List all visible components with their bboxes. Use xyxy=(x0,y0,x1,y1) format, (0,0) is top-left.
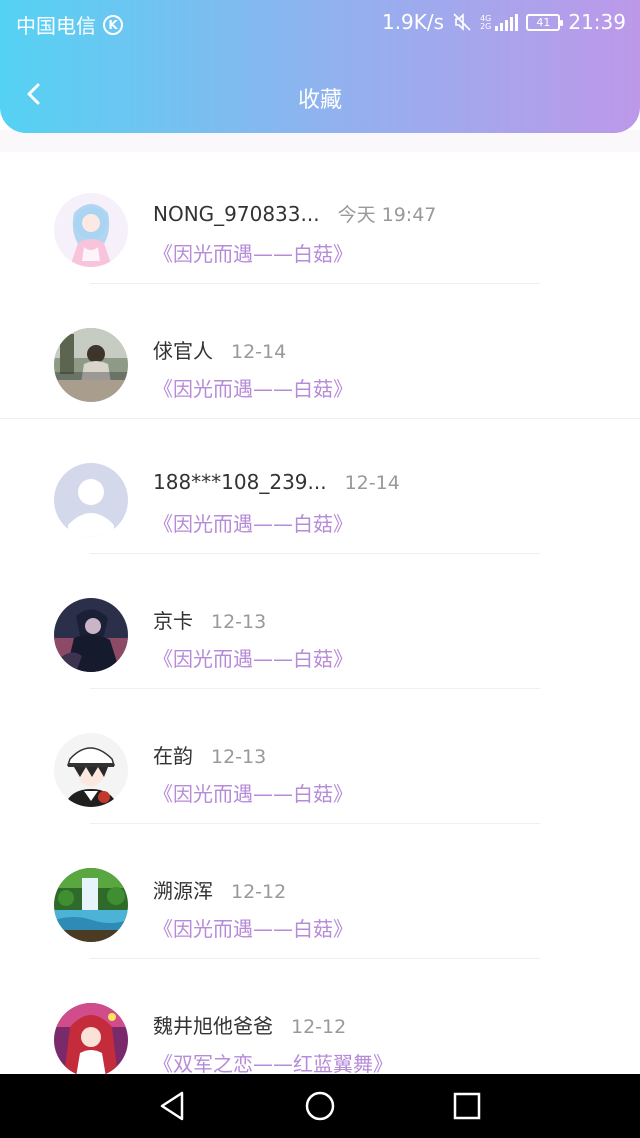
favorite-time: 今天 19:47 xyxy=(337,204,437,226)
red-hair-anime-avatar xyxy=(54,1003,128,1074)
work-title[interactable]: 《因光而遇——白菇》 xyxy=(153,238,353,267)
recents-square-icon xyxy=(453,1092,480,1120)
nav-bar: 收藏 xyxy=(0,56,640,136)
list-item[interactable]: 京卡 12-13 《因光而遇——白菇》 xyxy=(0,557,640,692)
home-circle-icon xyxy=(305,1091,335,1121)
favorite-time: 12-12 xyxy=(231,881,287,903)
user-name: 京卡 xyxy=(153,609,193,633)
list-item[interactable]: 溯源浑 12-12 《因光而遇——白菇》 xyxy=(0,827,640,962)
avatar[interactable] xyxy=(54,733,128,807)
work-title[interactable]: 《因光而遇——白菇》 xyxy=(153,778,353,807)
divider xyxy=(90,553,540,554)
work-title[interactable]: 《因光而遇——白菇》 xyxy=(153,913,353,942)
favorites-screen: 中国电信 K 1.9K/s 4G 2G 41 21:39 收藏 NONG_970… xyxy=(0,0,640,1138)
system-home-button[interactable] xyxy=(300,1086,340,1126)
favorite-time: 12-12 xyxy=(291,1016,347,1038)
favorites-list: NONG_970833... 今天 19:47 《因光而遇——白菇》 俅官人 12-… xyxy=(0,152,640,1074)
carrier-k-icon: K xyxy=(103,14,123,35)
list-item[interactable]: NONG_970833... 今天 19:47 《因光而遇——白菇》 xyxy=(0,152,640,287)
user-name: 溯源浑 xyxy=(153,879,213,903)
waterfall-avatar xyxy=(54,868,128,942)
carrier-info: 中国电信 K xyxy=(16,10,123,39)
avatar[interactable] xyxy=(54,328,128,402)
system-nav-bar xyxy=(0,1074,640,1138)
carrier-name: 中国电信 xyxy=(16,14,96,38)
user-name: 魏井旭他爸爸 xyxy=(153,1014,273,1038)
dark-anime-avatar xyxy=(54,598,128,672)
signal-icon: 4G 2G xyxy=(480,13,519,31)
avatar[interactable] xyxy=(54,598,128,672)
user-name-row: 京卡 12-13 xyxy=(153,605,266,634)
user-name-row: 俅官人 12-14 xyxy=(153,335,286,364)
status-indicators: 1.9K/s 4G 2G 41 21:39 xyxy=(382,10,626,34)
favorite-time: 12-13 xyxy=(211,746,267,768)
user-name-row: NONG_970833... 今天 19:47 xyxy=(153,200,436,227)
default-user-avatar xyxy=(54,463,128,537)
network-tag-bottom: 2G xyxy=(480,22,492,31)
divider xyxy=(90,688,540,689)
network-speed: 1.9K/s xyxy=(381,10,445,34)
avatar[interactable] xyxy=(54,868,128,942)
list-item[interactable]: 在韵 12-13 《因光而遇——白菇》 xyxy=(0,692,640,827)
anime-girl-avatar xyxy=(54,193,128,267)
work-title[interactable]: 《因光而遇——白菇》 xyxy=(153,373,353,402)
status-bar: 中国电信 K 1.9K/s 4G 2G 41 21:39 xyxy=(0,0,640,44)
user-name-row: 溯源浑 12-12 xyxy=(153,875,286,904)
user-name: 在韵 xyxy=(153,744,193,768)
list-item[interactable]: 俅官人 12-14 《因光而遇——白菇》 xyxy=(0,287,640,422)
photo-avatar xyxy=(54,328,128,402)
list-item[interactable]: 188***108_239... 12-14 《因光而遇——白菇》 xyxy=(0,422,640,557)
work-title[interactable]: 《因光而遇——白菇》 xyxy=(153,508,353,537)
page-title: 收藏 xyxy=(297,88,342,113)
divider xyxy=(90,958,540,959)
mute-icon xyxy=(453,13,471,31)
user-name-row: 188***108_239... 12-14 xyxy=(153,470,400,494)
user-name-row: 魏井旭他爸爸 12-12 xyxy=(153,1010,346,1039)
anime-boy-avatar xyxy=(54,733,128,807)
system-recents-button[interactable] xyxy=(447,1086,487,1126)
battery-icon: 41 xyxy=(526,13,564,31)
system-back-button[interactable] xyxy=(153,1086,193,1126)
favorite-time: 12-14 xyxy=(231,341,287,363)
header: 中国电信 K 1.9K/s 4G 2G 41 21:39 收藏 xyxy=(0,0,640,133)
user-name: 俅官人 xyxy=(153,339,213,363)
favorite-time: 12-14 xyxy=(344,472,400,494)
avatar[interactable] xyxy=(54,463,128,537)
back-triangle-icon xyxy=(161,1091,184,1121)
favorite-time: 12-13 xyxy=(211,611,267,633)
user-name: 188***108_239... xyxy=(153,470,327,494)
divider xyxy=(90,283,540,284)
divider xyxy=(0,418,640,419)
battery-level: 41 xyxy=(536,15,551,29)
user-name-row: 在韵 12-13 xyxy=(153,740,266,769)
list-item[interactable]: 魏井旭他爸爸 12-12 《双军之恋——红蓝翼舞》 xyxy=(0,962,640,1074)
work-title[interactable]: 《因光而遇——白菇》 xyxy=(153,643,353,672)
clock: 21:39 xyxy=(568,10,626,34)
user-name: NONG_970833... xyxy=(153,202,320,226)
avatar[interactable] xyxy=(54,1003,128,1074)
work-title[interactable]: 《双军之恋——红蓝翼舞》 xyxy=(153,1048,393,1074)
avatar[interactable] xyxy=(54,193,128,267)
divider xyxy=(90,823,540,824)
